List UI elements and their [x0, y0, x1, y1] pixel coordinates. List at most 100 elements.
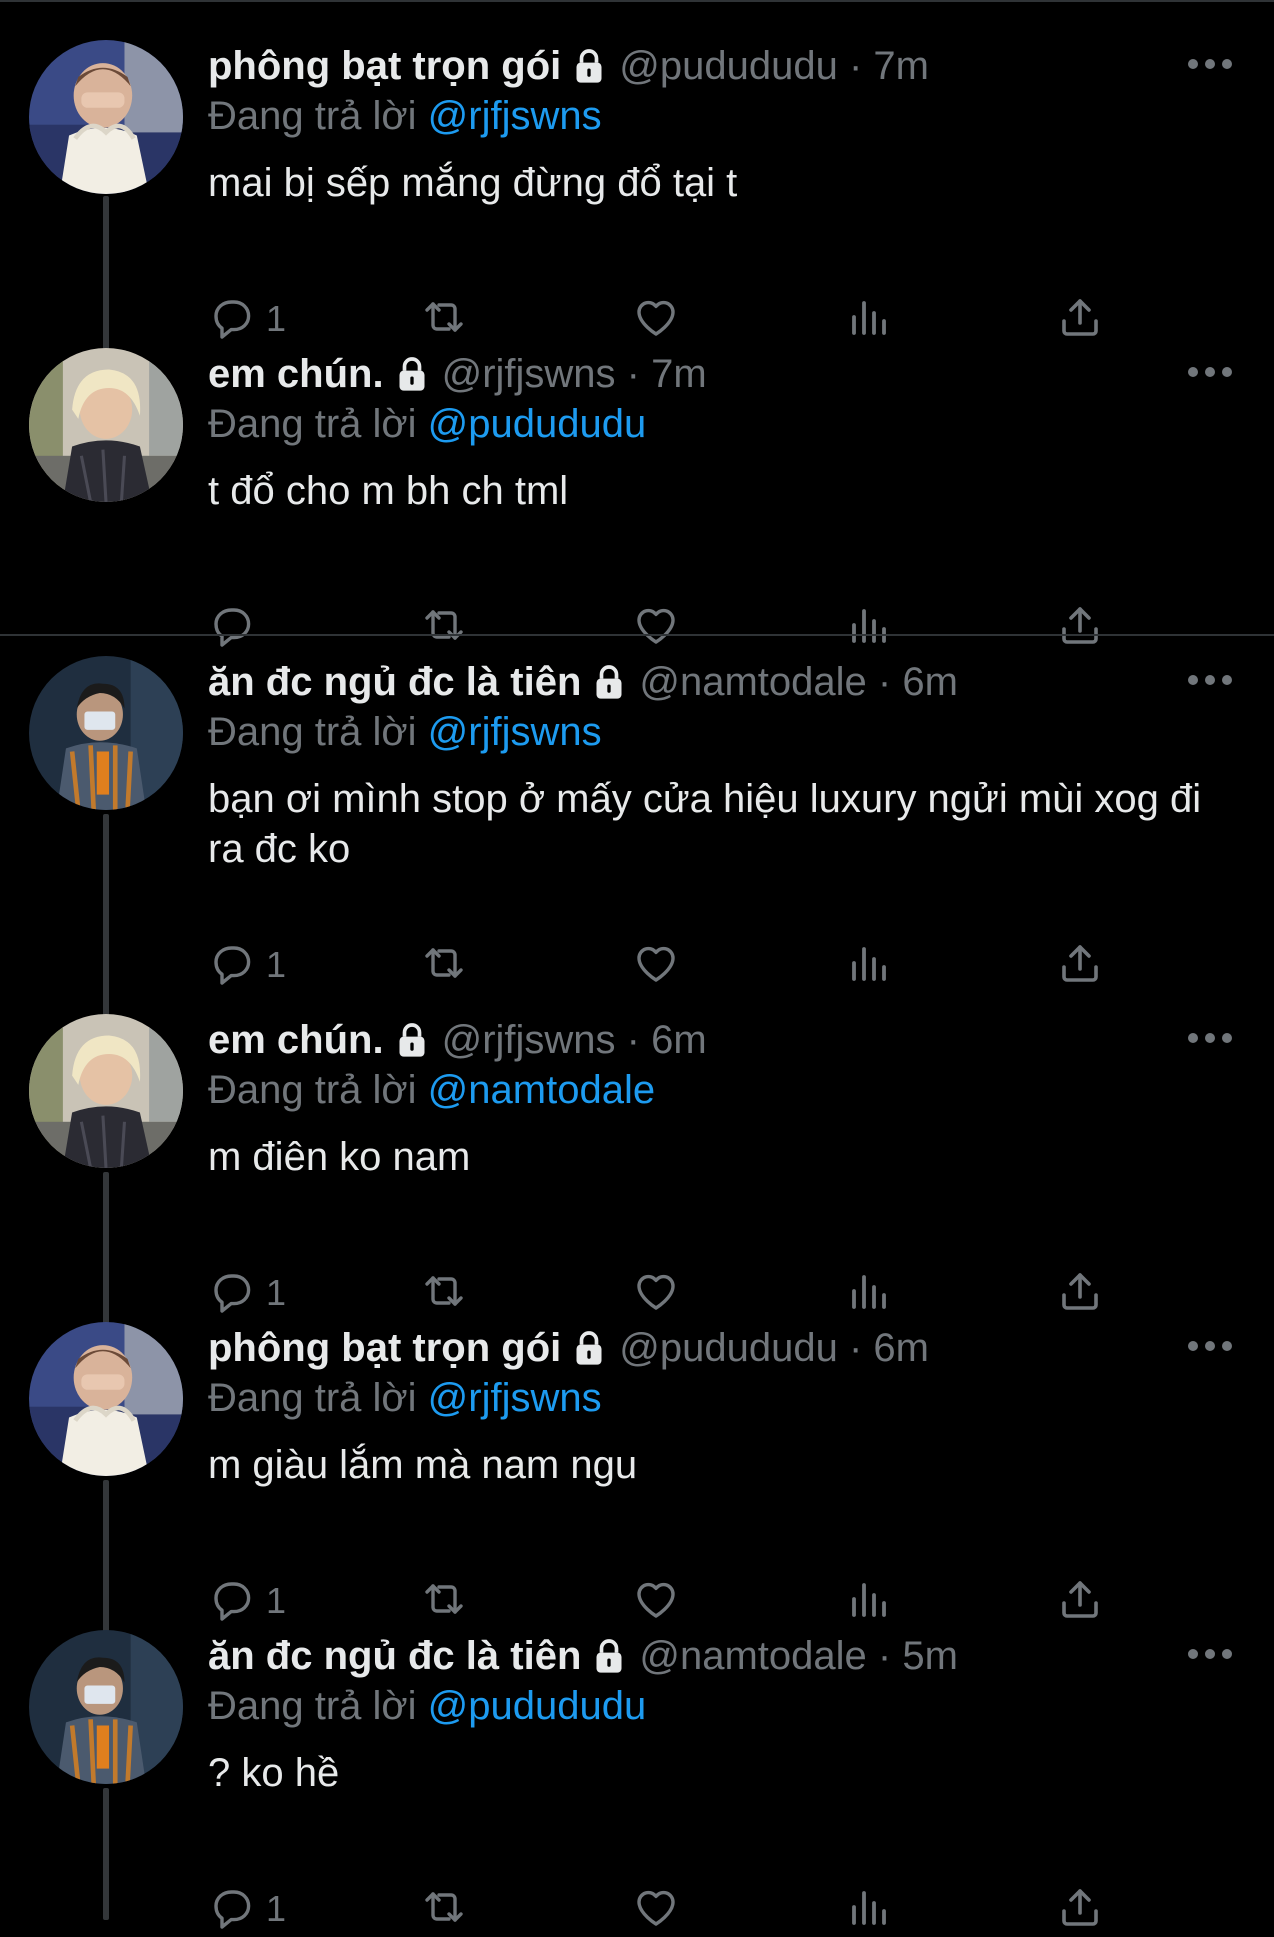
like-icon — [632, 601, 680, 654]
like-icon — [632, 1575, 680, 1628]
share-icon — [1056, 1267, 1104, 1320]
like-button[interactable] — [632, 291, 680, 347]
display-name[interactable]: phông bạt trọn gói — [208, 1326, 561, 1371]
tweet-text: bạn ơi mình stop ở mấy cửa hiệu luxury n… — [208, 777, 1202, 871]
handle-and-time[interactable]: @namtodale · 6m — [639, 660, 958, 705]
avatar[interactable] — [29, 1630, 183, 1784]
reply-button[interactable]: 1 — [208, 1573, 286, 1629]
share-button[interactable] — [1056, 599, 1104, 655]
views-button[interactable] — [844, 1881, 892, 1937]
reply-icon — [208, 1575, 256, 1628]
avatar[interactable] — [29, 1322, 183, 1476]
tweet-action-bar: 1 — [208, 937, 1108, 993]
handle-and-time[interactable]: @rjfjswns · 6m — [442, 1018, 707, 1063]
reply-mention-link[interactable]: @namtodale — [428, 1068, 655, 1112]
replying-to-label: Đang trả lời — [208, 402, 417, 446]
reply-button[interactable]: 1 — [208, 291, 286, 347]
reply-mention-link[interactable]: @rjfjswns — [428, 710, 602, 754]
display-name[interactable]: em chún. — [208, 352, 384, 397]
reply-icon — [208, 601, 256, 654]
replying-to-label: Đang trả lời — [208, 94, 417, 138]
handle-and-time[interactable]: @namtodale · 5m — [639, 1634, 958, 1679]
share-button[interactable] — [1056, 1265, 1104, 1321]
handle-and-time[interactable]: @pudududu · 7m — [619, 44, 929, 89]
share-icon — [1056, 1883, 1104, 1936]
reply-button[interactable]: 1 — [208, 1881, 286, 1937]
like-icon — [632, 1883, 680, 1936]
thread-connector-line — [103, 814, 109, 1020]
like-button[interactable] — [632, 1573, 680, 1629]
tweet-header: ăn đc ngủ đc là tiên @namtodale · 5m — [208, 1630, 1234, 1682]
reply-count: 1 — [266, 298, 287, 339]
tweet-text: mai bị sếp mắng đừng đổ tại t — [208, 161, 738, 205]
views-button[interactable] — [844, 291, 892, 347]
avatar[interactable] — [29, 656, 183, 810]
avatar[interactable] — [29, 348, 183, 502]
like-button[interactable] — [632, 937, 680, 993]
retweet-button[interactable] — [420, 1881, 468, 1937]
tweet-action-bar: 1 — [208, 1265, 1108, 1321]
reply-count: 1 — [266, 1888, 287, 1929]
tweet-action-bar: 1 — [208, 291, 1108, 347]
lock-icon — [392, 354, 432, 394]
views-button[interactable] — [844, 599, 892, 655]
reply-button[interactable] — [208, 599, 266, 655]
share-button[interactable] — [1056, 1573, 1104, 1629]
reply-count: 1 — [266, 1272, 287, 1313]
reply-button[interactable]: 1 — [208, 937, 286, 993]
tweet-header: phông bạt trọn gói @pudududu · 6m — [208, 1322, 1234, 1374]
views-button[interactable] — [844, 1265, 892, 1321]
replying-to-label: Đang trả lời — [208, 1068, 417, 1112]
thread-connector-line — [103, 1480, 109, 1636]
tweet-header: em chún. @rjfjswns · 7m — [208, 348, 1234, 400]
display-name[interactable]: ăn đc ngủ đc là tiên — [208, 660, 581, 705]
like-icon — [632, 939, 680, 992]
like-button[interactable] — [632, 599, 680, 655]
views-button[interactable] — [844, 1573, 892, 1629]
reply-icon — [208, 1267, 256, 1320]
retweet-icon — [420, 939, 468, 992]
share-button[interactable] — [1056, 1881, 1104, 1937]
replying-to-line: Đang trả lời @rjfjswns — [208, 708, 1234, 756]
retweet-button[interactable] — [420, 937, 468, 993]
retweet-button[interactable] — [420, 599, 468, 655]
display-name[interactable]: phông bạt trọn gói — [208, 44, 561, 89]
share-icon — [1056, 601, 1104, 654]
like-button[interactable] — [632, 1881, 680, 1937]
avatar[interactable] — [29, 40, 183, 194]
reply-mention-link[interactable]: @pudududu — [428, 1684, 647, 1728]
handle-and-time[interactable]: @rjfjswns · 7m — [442, 352, 707, 397]
reply-mention-link[interactable]: @pudududu — [428, 402, 647, 446]
like-icon — [632, 293, 680, 346]
share-button[interactable] — [1056, 937, 1104, 993]
tweet-text: ? ko hề — [208, 1751, 340, 1795]
reply-mention-link[interactable]: @rjfjswns — [428, 1376, 602, 1420]
replying-to-label: Đang trả lời — [208, 1684, 417, 1728]
display-name[interactable]: ăn đc ngủ đc là tiên — [208, 1634, 581, 1679]
replying-to-label: Đang trả lời — [208, 1376, 417, 1420]
retweet-button[interactable] — [420, 1573, 468, 1629]
share-icon — [1056, 1575, 1104, 1628]
like-icon — [632, 1267, 680, 1320]
reply-button[interactable]: 1 — [208, 1265, 286, 1321]
lock-icon — [569, 46, 609, 86]
retweet-icon — [420, 1575, 468, 1628]
replying-to-line: Đang trả lời @rjfjswns — [208, 1374, 1234, 1422]
thread-connector-line — [103, 196, 109, 350]
retweet-button[interactable] — [420, 291, 468, 347]
like-button[interactable] — [632, 1265, 680, 1321]
retweet-button[interactable] — [420, 1265, 468, 1321]
handle-and-time[interactable]: @pudududu · 6m — [619, 1326, 929, 1371]
retweet-icon — [420, 601, 468, 654]
avatar[interactable] — [29, 1014, 183, 1168]
reply-mention-link[interactable]: @rjfjswns — [428, 94, 602, 138]
display-name[interactable]: em chún. — [208, 1018, 384, 1063]
views-button[interactable] — [844, 937, 892, 993]
tweet-text: m giàu lắm mà nam ngu — [208, 1443, 638, 1487]
thread-connector-line — [103, 1788, 109, 1920]
tweet-header: phông bạt trọn gói @pudududu · 7m — [208, 40, 1234, 92]
share-button[interactable] — [1056, 291, 1104, 347]
reply-count: 1 — [266, 944, 287, 985]
tweet-header: em chún. @rjfjswns · 6m — [208, 1014, 1234, 1066]
retweet-icon — [420, 1267, 468, 1320]
